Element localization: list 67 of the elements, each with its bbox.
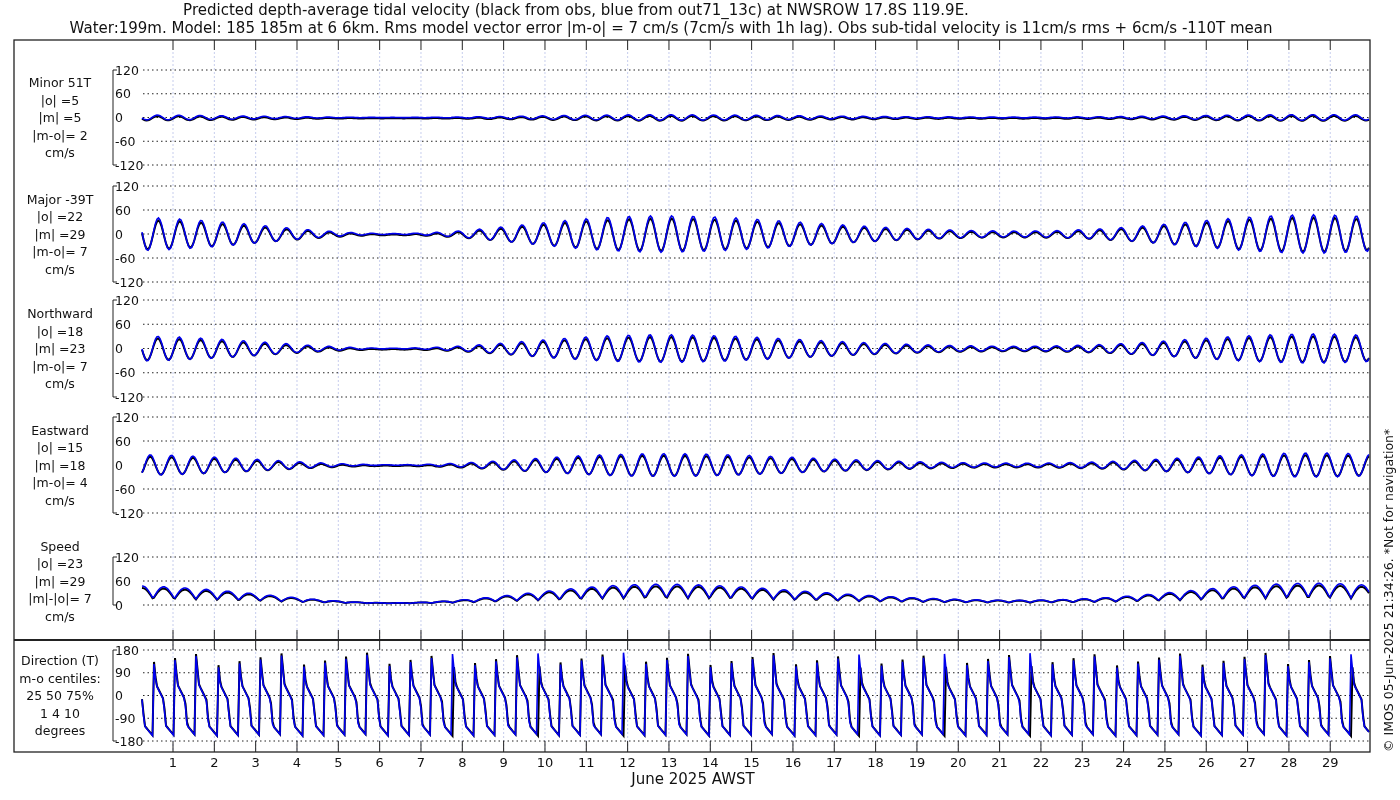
x-axis-label: June 2025 AWST [631, 770, 755, 788]
x-tick-label: 3 [251, 755, 260, 770]
y-tick-label: -120 [115, 389, 144, 405]
panel-label: Minor 51T |o| =5 |m| =5 |m-o|= 2 cm/s [28, 75, 92, 160]
x-tick-label: 8 [458, 755, 467, 770]
x-tick-label: 21 [991, 755, 1008, 770]
y-tick-label: -60 [115, 481, 136, 497]
x-tick-label: 4 [292, 755, 302, 770]
x-tick-label: 29 [1321, 755, 1339, 770]
x-tick-label: 2 [210, 755, 219, 770]
x-tick-label: 25 [1156, 755, 1174, 770]
y-tick-label: -60 [115, 365, 136, 381]
x-tick-label: 26 [1197, 755, 1215, 770]
x-tick-label: 10 [536, 755, 554, 770]
x-tick-label: 15 [743, 755, 760, 770]
x-tick-label: 7 [416, 755, 426, 770]
y-tick-label: 60 [115, 433, 131, 449]
y-tick-label: -120 [115, 505, 144, 521]
y-tick-label: -120 [115, 274, 144, 290]
x-tick-label: 11 [578, 755, 595, 770]
x-tick-label: 9 [499, 755, 508, 770]
x-tick-label: 24 [1115, 755, 1132, 770]
y-tick-label: 0 [115, 110, 123, 125]
x-tick-label: 20 [950, 755, 967, 770]
y-tick-label: 120 [115, 409, 139, 425]
x-tick-label: 12 [619, 755, 636, 770]
panel-label: Direction (T) m-o centiles: 25 50 75% 1 4 10 degrees [19, 653, 101, 738]
y-tick-label: 120 [115, 292, 139, 308]
y-tick-label: -120 [115, 157, 144, 173]
panel-label: Northward |o| =18 |m| =23 |m-o|= 7 cm/s [27, 306, 93, 391]
x-tick-label: 1 [168, 755, 178, 770]
y-tick-label: 60 [115, 86, 131, 102]
x-tick-label: 18 [867, 755, 884, 770]
y-tick-label: 90 [115, 665, 131, 681]
credit-note: © IMOS 05-Jun-2025 21:34:26. *Not for navigation* [1381, 428, 1396, 752]
panel-label: Eastward |o| =15 |m| =18 |m-o|= 4 cm/s [31, 422, 89, 508]
y-tick-label: 0 [115, 597, 123, 613]
y-tick-label: -180 [115, 733, 144, 749]
y-tick-label: 120 [115, 62, 139, 78]
x-tick-label: 19 [908, 755, 926, 770]
chart-subtitle: Water:199m. Model: 185 185m at 6 6km. Rms model vector error |m-o| = 7 cm/s (7cm/s with 1h lag). Obs sub-tidal velocity is 11cm/s rms + 6cm/s -110T mean [69, 19, 1273, 37]
y-tick-label: 60 [115, 316, 131, 332]
y-tick-label: -60 [115, 133, 136, 149]
x-tick-label: 27 [1239, 755, 1256, 770]
y-tick-label: 60 [115, 573, 131, 589]
x-tick-label: 14 [702, 755, 719, 770]
x-tick-label: 17 [826, 755, 843, 770]
y-tick-label: 0 [115, 688, 123, 703]
y-tick-label: 120 [115, 178, 139, 194]
panel-label: Major -39T |o| =22 |m| =29 |m-o|= 7 cm/s [26, 191, 94, 277]
chart-title: Predicted depth-average tidal velocity (black from obs, blue from out71_13c) at NWSROW 17.8S 119.9E. [183, 1, 969, 19]
y-tick-label: -60 [115, 250, 136, 266]
x-tick-label: 28 [1280, 755, 1298, 770]
x-tick-label: 6 [375, 755, 384, 770]
x-tick-label: 5 [334, 755, 343, 770]
x-tick-label: 22 [1032, 755, 1050, 770]
y-tick-label: 180 [115, 642, 139, 658]
panel-label: Speed |o| =23 |m| =29 |m|-|o|= 7 cm/s [28, 538, 92, 624]
x-tick-label: 23 [1073, 755, 1091, 770]
y-tick-label: 0 [115, 457, 123, 473]
y-tick-label: -90 [115, 710, 136, 726]
x-tick-label: 13 [660, 755, 678, 770]
y-tick-label: 0 [115, 341, 123, 356]
x-tick-label: 16 [784, 755, 802, 770]
y-tick-label: 0 [115, 226, 123, 242]
y-tick-label: 120 [115, 549, 139, 565]
y-tick-label: 60 [115, 202, 131, 218]
